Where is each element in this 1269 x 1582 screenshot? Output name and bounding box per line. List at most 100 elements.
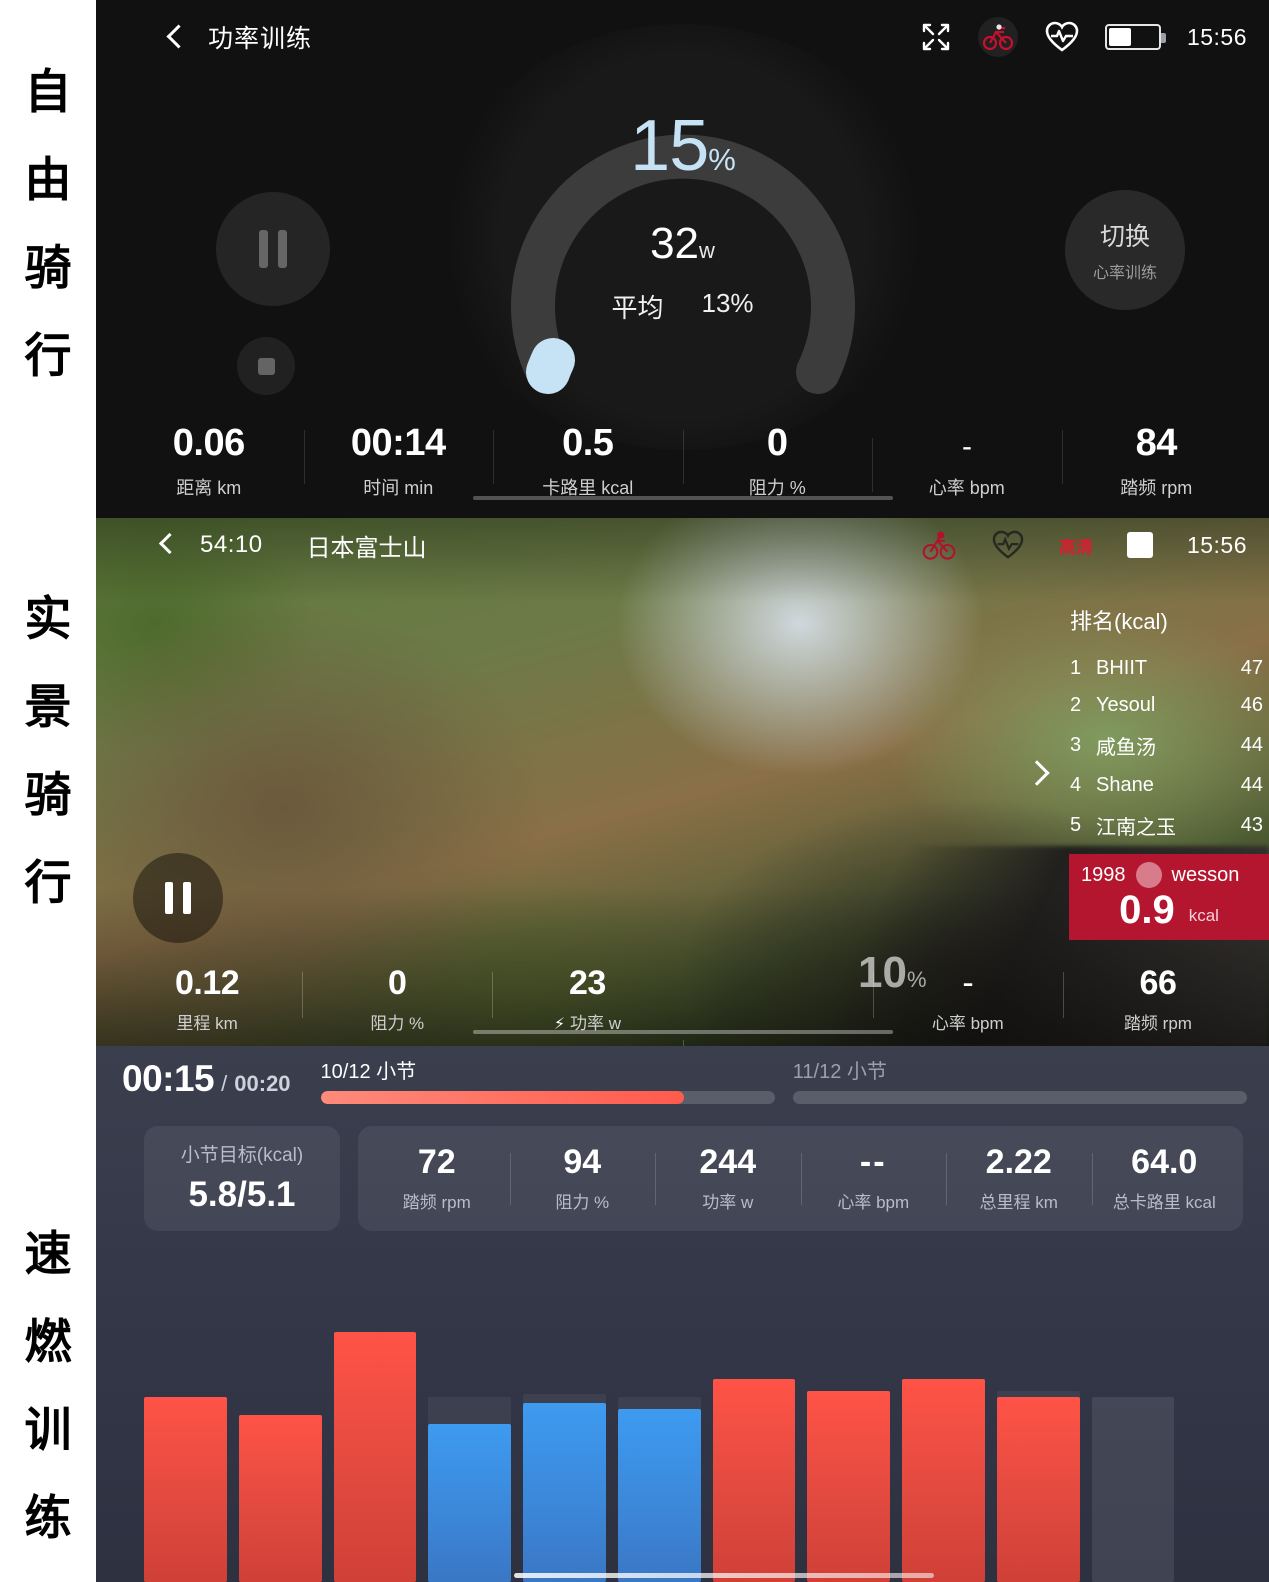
pause-icon bbox=[165, 882, 173, 914]
caption-char: 燃 bbox=[0, 1298, 96, 1386]
metric-total-calories: 64.0 总卡路里 kcal bbox=[1092, 1145, 1238, 1213]
rank-position: 3 bbox=[1070, 734, 1096, 757]
stat-heart-rate: - 心率 bpm bbox=[872, 432, 1062, 500]
stat-power: 23 ⚡功率 w bbox=[492, 966, 682, 1034]
rank-name: 咸鱼汤 bbox=[1096, 731, 1229, 760]
caption-char: 骑 bbox=[0, 751, 96, 839]
gauge-watt-value: 32 bbox=[650, 219, 699, 268]
stat-value: 00:14 bbox=[304, 424, 494, 462]
bar-column bbox=[902, 1284, 985, 1582]
real-scene-topbar: 54:10 日本富士山 高清 bbox=[96, 518, 1269, 572]
collapse-arrows-icon[interactable] bbox=[921, 22, 951, 52]
bar-column bbox=[1186, 1284, 1269, 1582]
rank-position: 5 bbox=[1070, 814, 1096, 837]
caption-char: 行 bbox=[0, 312, 96, 400]
bar-column bbox=[807, 1284, 890, 1582]
chart-scroll-indicator[interactable] bbox=[514, 1573, 934, 1578]
clock-separator: / bbox=[221, 1071, 227, 1097]
metric-total-distance: 2.22 总里程 km bbox=[946, 1145, 1092, 1213]
heart-rate-icon[interactable] bbox=[1045, 21, 1079, 53]
segment-track bbox=[793, 1091, 1247, 1104]
bar-column bbox=[1092, 1284, 1175, 1582]
stat-value: 84 bbox=[1062, 424, 1252, 462]
bar-actual bbox=[523, 1403, 606, 1582]
battery-icon bbox=[1105, 24, 1161, 50]
power-training-topbar: 功率训练 bbox=[96, 0, 1269, 74]
fast-burn-metrics: 小节目标(kcal) 5.8/5.1 72 踏频 rpm 94 阻力 % 244… bbox=[96, 1112, 1269, 1231]
real-scene-stats: 0.12 里程 km 0 阻力 % 23 ⚡功率 w - 心率 bpm bbox=[96, 966, 1269, 1034]
gauge-watt: 32w bbox=[650, 222, 715, 266]
stat-value: 0.06 bbox=[114, 424, 304, 462]
gauge-watt-unit: w bbox=[699, 238, 715, 263]
switch-label: 切换 bbox=[1100, 217, 1150, 253]
bike-sensor-icon[interactable] bbox=[977, 16, 1019, 58]
screen-real-scene-ride: 54:10 日本富士山 高清 bbox=[96, 518, 1269, 1046]
switch-mode-button[interactable]: 切换 心率训练 bbox=[1065, 190, 1185, 310]
stat-distance: 0.06 距离 km bbox=[114, 424, 304, 500]
stop-button[interactable] bbox=[237, 337, 295, 395]
bar-column bbox=[334, 1284, 417, 1582]
caption-free-ride: 自 由 骑 行 bbox=[0, 48, 96, 400]
hd-badge[interactable]: 高清 bbox=[1059, 533, 1093, 558]
ranking-self-top: 1998 wesson bbox=[1069, 862, 1269, 888]
bar-actual bbox=[239, 1415, 322, 1582]
stat-label: 时间 min bbox=[304, 474, 494, 500]
stat-value: 0 bbox=[683, 424, 873, 462]
power-gauge: 15% 32w 平均 13% bbox=[452, 42, 914, 432]
segment-current[interactable]: 10/12 小节 bbox=[321, 1055, 775, 1104]
power-training-stats: 0.06 距离 km 00:14 时间 min 0.5 卡路里 kcal 0 阻… bbox=[96, 424, 1269, 500]
bar-actual bbox=[334, 1332, 417, 1582]
stat-label: 踏频 rpm bbox=[1062, 474, 1252, 500]
metric-power: 244 功率 w bbox=[655, 1145, 801, 1213]
stat-value: 0.5 bbox=[493, 424, 683, 462]
pause-button[interactable] bbox=[133, 853, 223, 943]
segment-fill bbox=[321, 1091, 684, 1104]
rank-name: 江南之玉 bbox=[1096, 811, 1229, 840]
pause-icon bbox=[183, 882, 191, 914]
segment-next[interactable]: 11/12 小节 bbox=[793, 1055, 1247, 1104]
screen-fast-burn-training: 00:15 / 00:20 10/12 小节 11/12 小节 bbox=[96, 1046, 1269, 1582]
bar-column bbox=[144, 1284, 227, 1582]
pause-button[interactable] bbox=[216, 192, 330, 306]
rank-position: 2 bbox=[1070, 694, 1096, 717]
back-chevron-icon[interactable] bbox=[162, 24, 188, 50]
bar-actual bbox=[807, 1391, 890, 1582]
stat-mileage: 0.12 里程 km bbox=[112, 966, 302, 1034]
back-chevron-icon[interactable] bbox=[154, 532, 180, 558]
pause-icon bbox=[259, 230, 268, 268]
stat-cadence: 84 踏频 rpm bbox=[1062, 424, 1252, 500]
clock-current: 00:15 bbox=[122, 1058, 214, 1100]
scroll-indicator[interactable] bbox=[473, 496, 893, 500]
rank-kcal: 46 bbox=[1229, 694, 1263, 717]
metric-label: 心率 bpm bbox=[801, 1188, 947, 1213]
ranking-row: 4 Shane 44 bbox=[1050, 767, 1269, 804]
route-name: 日本富士山 bbox=[307, 528, 427, 563]
bar-column bbox=[713, 1284, 796, 1582]
rank-name: Shane bbox=[1096, 774, 1229, 797]
metric-resistance: 94 阻力 % bbox=[510, 1145, 656, 1213]
metric-cadence: 72 踏频 rpm bbox=[364, 1145, 510, 1213]
metric-label: 总里程 km bbox=[946, 1188, 1092, 1213]
bar-actual bbox=[1092, 1397, 1175, 1582]
stat-cadence: 66 踏频 rpm bbox=[1063, 966, 1253, 1034]
rank-position: 4 bbox=[1070, 774, 1096, 797]
gauge-average: 平均 13% bbox=[611, 288, 753, 325]
bar-column bbox=[997, 1284, 1080, 1582]
section-goal-value: 5.8/5.1 bbox=[188, 1175, 295, 1215]
stat-label: 阻力 % bbox=[302, 1009, 492, 1034]
bar-column bbox=[618, 1284, 701, 1582]
bike-sensor-icon[interactable] bbox=[921, 528, 957, 562]
caption-char: 实 bbox=[0, 575, 96, 663]
scroll-indicator[interactable] bbox=[473, 1030, 893, 1034]
ranking-panel: 排名(kcal) 1 BHIIT 47 2 Yesoul 46 3 咸鱼汤 44 bbox=[1050, 604, 1269, 847]
heart-rate-icon[interactable] bbox=[991, 530, 1025, 560]
stat-label: 心率 bpm bbox=[873, 1009, 1063, 1034]
rank-name: Yesoul bbox=[1096, 694, 1229, 717]
stat-label: 踏频 rpm bbox=[1063, 1009, 1253, 1034]
metric-label: 功率 w bbox=[655, 1188, 801, 1213]
ranking-title: 排名(kcal) bbox=[1050, 604, 1269, 650]
status-bar: 高清 15:56 bbox=[921, 528, 1247, 562]
bar-chart-columns bbox=[144, 1284, 1269, 1582]
stat-value: - bbox=[872, 432, 1062, 462]
metric-value: 244 bbox=[655, 1145, 801, 1179]
